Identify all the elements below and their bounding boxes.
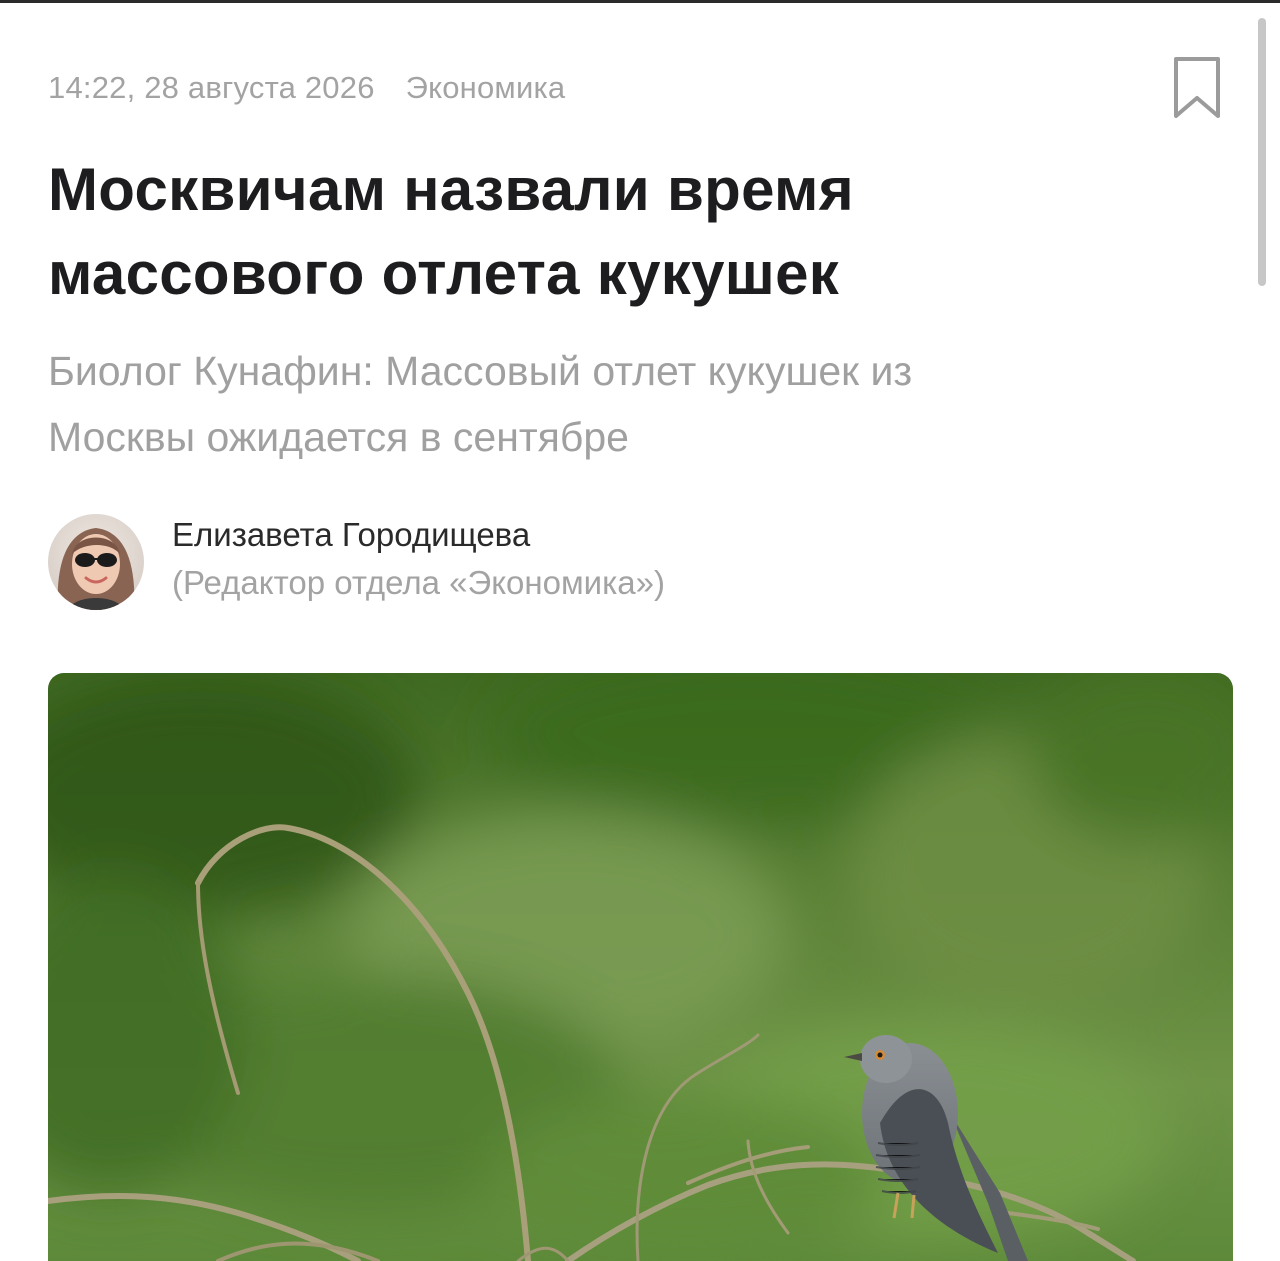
article-meta: 14:22, 28 августа 2026 Экономика: [48, 66, 565, 110]
author-role: (Редактор отдела «Экономика»): [172, 564, 665, 601]
author-avatar[interactable]: [48, 514, 144, 610]
article-photo: [48, 673, 1233, 1261]
category-link[interactable]: Экономика: [406, 70, 566, 106]
article-subtitle: Биолог Кунафин: Массовый отлет кукушек и…: [48, 338, 1208, 470]
headline-line-2: массового отлета кукушек: [48, 240, 840, 307]
author-photo: [48, 514, 144, 610]
publish-time: 14:22, 28 августа 2026: [48, 70, 375, 105]
author-name[interactable]: Елизавета Городищева: [172, 516, 530, 554]
headline-line-1: Москвичам назвали время: [48, 156, 854, 223]
article-headline: Москвичам назвали время массового отлета…: [48, 148, 1228, 316]
subtitle-line-1: Биолог Кунафин: Массовый отлет кукушек и…: [48, 348, 913, 394]
bookmark-button[interactable]: [1172, 56, 1222, 120]
bookmark-icon: [1174, 57, 1220, 118]
top-edge: [0, 0, 1280, 3]
cuckoo-photo: [48, 673, 1233, 1261]
subtitle-line-2: Москвы ожидается в сентябре: [48, 414, 629, 460]
scrollbar[interactable]: [1258, 18, 1266, 286]
